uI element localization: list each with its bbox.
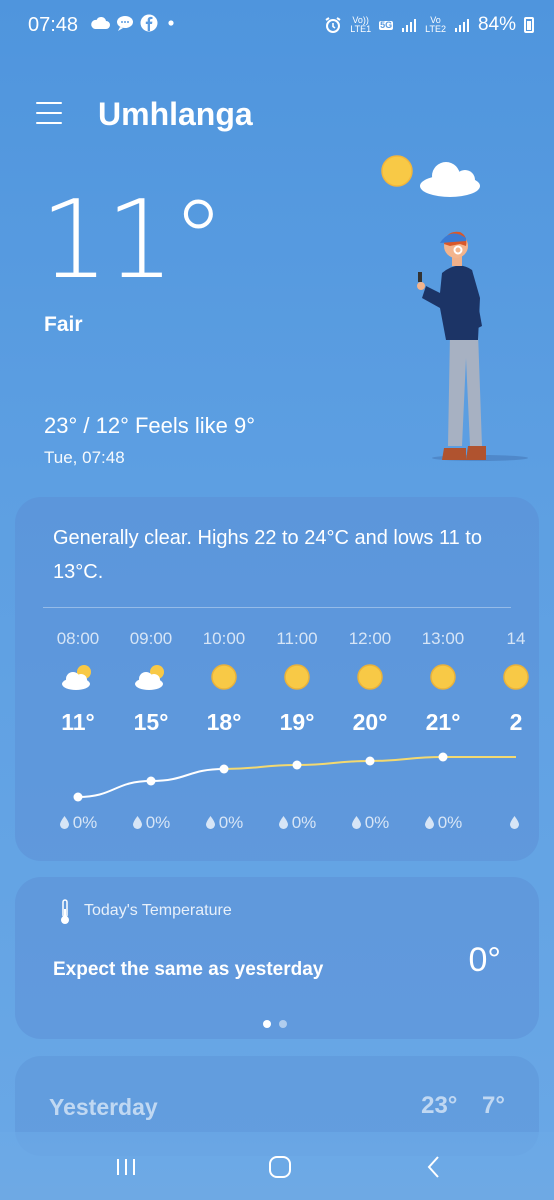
recent-apps-button[interactable] xyxy=(106,1152,146,1182)
current-condition: Fair xyxy=(44,313,83,336)
facebook-icon xyxy=(140,14,158,32)
todays-temperature-card[interactable]: Today's Temperature Expect the same as y… xyxy=(15,877,539,1039)
todays-temperature-title: Today's Temperature xyxy=(84,902,232,919)
chat-bubble-icon xyxy=(117,16,133,31)
cloud-icon xyxy=(420,162,480,197)
temperature-point xyxy=(438,752,448,762)
status-bar: 07:48 Vo)) LTE1 5G Vo LTE2 84% xyxy=(0,0,554,54)
page-dot-active xyxy=(263,1020,271,1028)
signal-2-icon xyxy=(454,19,469,32)
temperature-point xyxy=(146,776,156,786)
divider xyxy=(43,607,511,608)
temperature-curve-segment xyxy=(369,756,444,762)
signal-1-icon xyxy=(402,19,417,32)
yesterday-label: Yesterday xyxy=(49,1094,158,1120)
temperature-curve-segment xyxy=(223,764,298,770)
person-figure xyxy=(417,231,528,461)
system-icons: Vo)) LTE1 5G Vo LTE2 84% xyxy=(324,14,534,36)
sun-icon xyxy=(381,155,413,187)
temperature-point xyxy=(365,756,375,766)
battery-percentage: 84% xyxy=(477,14,516,35)
dot-icon xyxy=(168,20,174,26)
battery-icon xyxy=(524,17,534,33)
high-low-feels-like: 23° / 12° Feels like 9° xyxy=(44,413,256,438)
page-indicator xyxy=(263,1020,287,1028)
current-temperature: 11° xyxy=(40,178,225,303)
city-name[interactable]: Umhlanga xyxy=(98,96,253,133)
menu-button[interactable] xyxy=(36,102,62,124)
network-5g-indicator: 5G xyxy=(379,19,394,30)
temperature-point xyxy=(73,792,83,802)
temperature-curve xyxy=(73,752,516,802)
navigation-bar xyxy=(0,1132,554,1200)
temperature-point xyxy=(292,760,302,770)
alarm-icon xyxy=(325,17,341,33)
hourly-forecast-card[interactable]: Generally clear. Highs 22 to 24°C and lo… xyxy=(15,497,539,861)
status-time: 07:48 xyxy=(28,14,79,36)
volte-lte1-indicator: Vo)) LTE1 xyxy=(350,15,372,34)
temperature-curve-segment xyxy=(77,780,152,798)
todays-temperature-message: Expect the same as yesterday xyxy=(53,959,324,980)
forecast-summary: Generally clear. Highs 22 to 24°C and lo… xyxy=(53,527,482,583)
menu-line xyxy=(36,112,62,114)
weather-illustration xyxy=(381,155,528,461)
temperature-curve-segment xyxy=(150,768,225,782)
cloud-notification-icon xyxy=(91,16,110,29)
menu-line xyxy=(36,102,62,104)
thermometer-icon xyxy=(61,899,69,924)
temperature-difference: 0° xyxy=(468,941,501,979)
home-button[interactable] xyxy=(260,1152,300,1182)
temperature-point xyxy=(219,764,229,774)
volte-lte2-indicator: Vo LTE2 xyxy=(425,15,446,34)
notification-icons xyxy=(90,14,178,32)
temperature-curve-segment xyxy=(296,760,371,766)
back-icon xyxy=(427,1156,439,1178)
current-date-time: Tue, 07:48 xyxy=(44,448,125,467)
back-button[interactable] xyxy=(414,1152,454,1182)
page-dot xyxy=(279,1020,287,1028)
menu-line xyxy=(36,122,62,124)
yesterday-high-low: 23° 7° xyxy=(421,1092,505,1119)
home-icon xyxy=(269,1156,291,1178)
recent-apps-icon xyxy=(117,1159,135,1175)
